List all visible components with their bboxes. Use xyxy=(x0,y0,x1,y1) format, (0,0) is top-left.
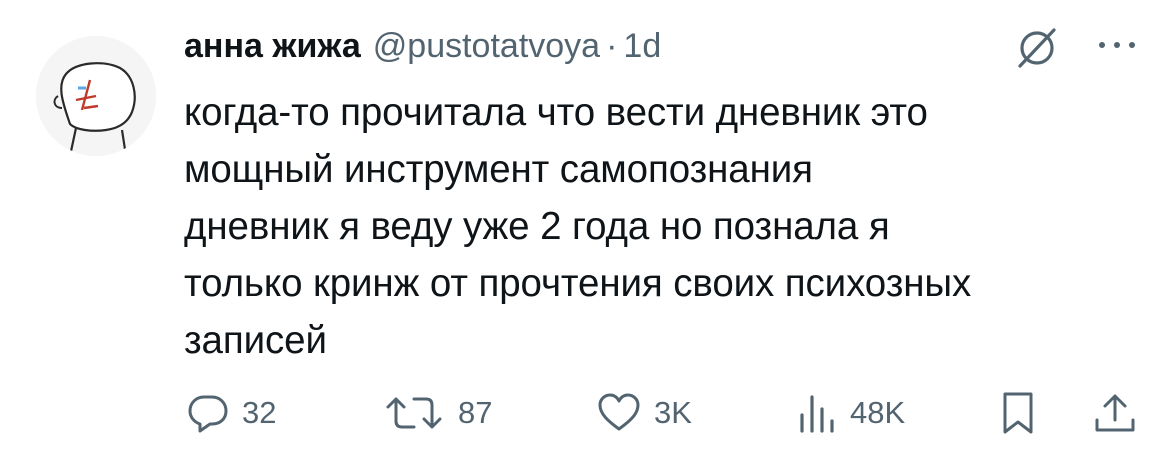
tweet-text: когда-то прочитала что вести дневник это… xyxy=(184,91,972,362)
like-button[interactable]: 3K xyxy=(596,388,692,438)
avatar[interactable] xyxy=(36,36,156,156)
reply-icon xyxy=(188,395,228,433)
reply-count: 32 xyxy=(242,395,277,430)
avatar-drawing xyxy=(36,36,156,156)
share-icon xyxy=(1095,394,1135,432)
repost-icon xyxy=(386,397,442,429)
bookmark-button[interactable] xyxy=(998,388,1038,438)
display-name[interactable]: анна жижа xyxy=(184,27,361,66)
separator-dot: · xyxy=(606,26,618,65)
views-button[interactable]: 48K xyxy=(794,388,905,438)
action-bar: 32 87 3K 48K xyxy=(186,388,1146,438)
repost-button[interactable]: 87 xyxy=(382,388,492,438)
like-icon xyxy=(598,393,640,431)
grok-icon[interactable] xyxy=(1012,26,1062,70)
tweet[interactable]: анна жижа @pustotatvoya · 1d когда-то пр… xyxy=(0,0,1170,464)
more-icon[interactable] xyxy=(1092,30,1142,60)
tweet-header: анна жижа @pustotatvoya · 1d xyxy=(184,18,661,74)
share-button[interactable] xyxy=(1092,388,1138,438)
timestamp[interactable]: 1d xyxy=(623,27,661,66)
repost-count: 87 xyxy=(458,395,493,430)
user-handle[interactable]: @pustotatvoya xyxy=(373,27,600,66)
views-icon xyxy=(800,395,834,433)
bookmark-icon xyxy=(1003,392,1033,434)
reply-button[interactable]: 32 xyxy=(186,388,276,438)
like-count: 3K xyxy=(654,395,692,430)
views-count: 48K xyxy=(850,395,906,430)
